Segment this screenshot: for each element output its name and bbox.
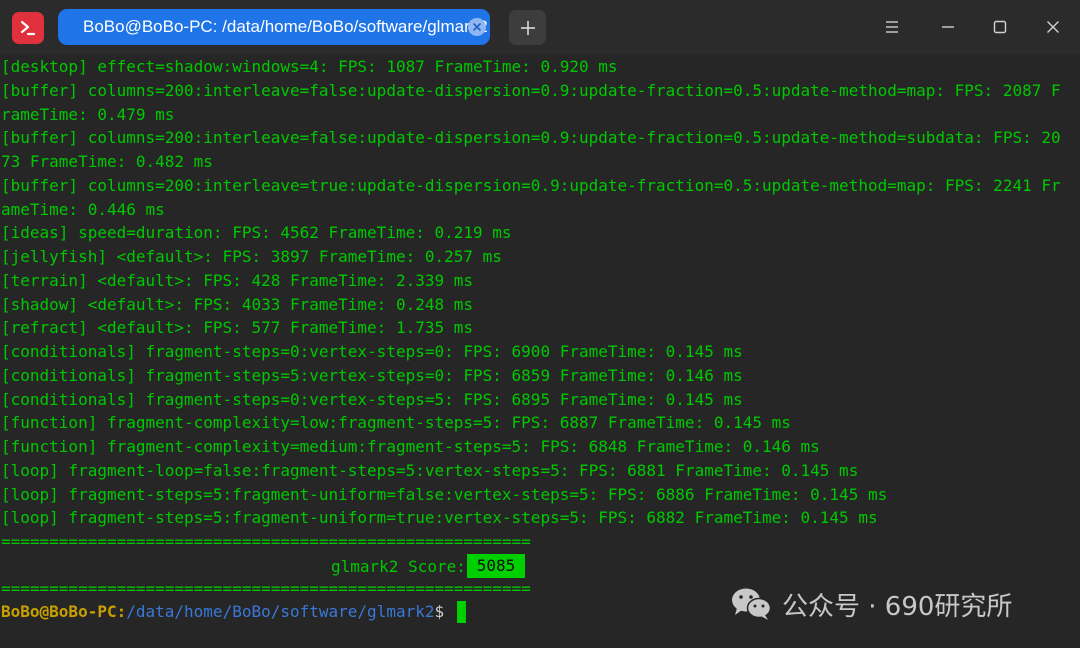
output-line: ameTime: 0.446 ms xyxy=(1,200,165,219)
output-line: [function] fragment-complexity=medium:fr… xyxy=(1,437,820,456)
menu-button[interactable] xyxy=(878,13,906,41)
watermark: 公众号 · 690研究所 xyxy=(730,582,1012,626)
hamburger-menu-icon xyxy=(886,21,898,33)
output-line: [conditionals] fragment-steps=0:vertex-s… xyxy=(1,390,743,409)
separator-line: ========================================… xyxy=(1,579,531,598)
output-line: [conditionals] fragment-steps=5:vertex-s… xyxy=(1,366,743,385)
output-line: rameTime: 0.479 ms xyxy=(1,105,175,124)
output-line: [buffer] columns=200:interleave=false:up… xyxy=(1,81,1061,100)
prompt-path: /data/home/BoBo/software/glmark2 xyxy=(126,602,435,621)
score-value: 5085 xyxy=(467,554,525,578)
terminal-app-icon[interactable] xyxy=(12,12,44,44)
text-cursor[interactable] xyxy=(457,601,466,623)
output-line: [loop] fragment-steps=5:fragment-uniform… xyxy=(1,485,888,504)
maximize-icon xyxy=(993,20,1007,34)
output-line: [buffer] columns=200:interleave=true:upd… xyxy=(1,176,1061,195)
output-line: [desktop] effect=shadow:windows=4: FPS: … xyxy=(1,57,618,76)
title-bar: BoBo@BoBo-PC: /data/home/BoBo/software/g… xyxy=(0,0,1080,54)
minimize-icon xyxy=(942,26,954,28)
prompt-symbol: $ xyxy=(434,602,445,621)
shell-prompt: BoBo@BoBo-PC:/data/home/BoBo/software/gl… xyxy=(1,600,444,624)
output-line: [loop] fragment-loop=false:fragment-step… xyxy=(1,461,859,480)
maximize-button[interactable] xyxy=(986,13,1014,41)
output-line: [ideas] speed=duration: FPS: 4562 FrameT… xyxy=(1,223,512,242)
output-line: 73 FrameTime: 0.482 ms xyxy=(1,152,213,171)
prompt-colon: : xyxy=(116,602,127,621)
close-icon xyxy=(1047,21,1059,33)
output-line: [terrain] <default>: FPS: 428 FrameTime:… xyxy=(1,271,474,290)
wechat-icon xyxy=(732,588,772,620)
output-line: [function] fragment-complexity=low:fragm… xyxy=(1,413,791,432)
output-line: [shadow] <default>: FPS: 4033 FrameTime:… xyxy=(1,295,474,314)
watermark-text: 公众号 · 690研究所 xyxy=(782,591,1013,622)
tab-active[interactable]: BoBo@BoBo-PC: /data/home/BoBo/software/g… xyxy=(58,9,490,45)
output-line: [buffer] columns=200:interleave=false:up… xyxy=(1,128,1061,147)
output-line: [conditionals] fragment-steps=0:vertex-s… xyxy=(1,342,743,361)
plus-icon xyxy=(520,20,535,35)
minimize-button[interactable] xyxy=(934,13,962,41)
output-line: [loop] fragment-steps=5:fragment-uniform… xyxy=(1,508,878,527)
tab-title: BoBo@BoBo-PC: /data/home/BoBo/software/g… xyxy=(83,17,488,36)
output-line: [refract] <default>: FPS: 577 FrameTime:… xyxy=(1,318,474,337)
output-line: [jellyfish] <default>: FPS: 3897 FrameTi… xyxy=(1,247,502,266)
close-button[interactable] xyxy=(1039,13,1067,41)
new-tab-button[interactable] xyxy=(509,10,546,45)
separator-line: ========================================… xyxy=(1,532,531,551)
close-icon[interactable] xyxy=(468,18,486,36)
terminal-window: BoBo@BoBo-PC: /data/home/BoBo/software/g… xyxy=(0,0,1080,648)
terminal-output[interactable]: [desktop] effect=shadow:windows=4: FPS: … xyxy=(0,55,1080,648)
score-label: glmark2 Score: xyxy=(331,557,466,576)
prompt-user-host: BoBo@BoBo-PC xyxy=(1,602,117,621)
